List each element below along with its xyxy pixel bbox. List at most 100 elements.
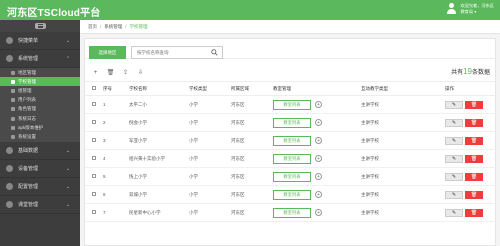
row-teach-type: 主讲学校	[361, 203, 445, 222]
trash-icon[interactable]: 🗑	[465, 118, 483, 127]
sidebar: 快捷菜单 ⌄ 系统管理 ⌃ 地区管理 学校管理 组管理 用户列表 角色管理 系统…	[0, 20, 80, 246]
upload-icon[interactable]: ⇪	[121, 68, 130, 77]
download-icon[interactable]: ⇩	[136, 68, 145, 77]
edit-icon[interactable]: ✎	[445, 118, 463, 127]
trash-icon[interactable]: 🗑	[465, 154, 483, 163]
row-school-name: 民星新中心小学	[129, 203, 189, 222]
menu-group-shortcuts[interactable]: 快捷菜单 ⌄	[0, 32, 80, 50]
add-classroom-icon[interactable]: +	[315, 136, 322, 144]
row-teach-type: 主讲学校	[361, 149, 445, 168]
edit-icon[interactable]: ✎	[445, 172, 463, 181]
user-name[interactable]: 教育局 ▾	[460, 9, 494, 15]
row-index: 6	[103, 185, 129, 204]
row-area: 河东区	[231, 203, 273, 222]
sidebar-toggle[interactable]	[0, 20, 80, 32]
sidebar-item-group[interactable]: 组管理	[0, 86, 80, 95]
menu-group-devices[interactable]: 设备管理 ⌄	[0, 160, 80, 178]
add-classroom-icon[interactable]: +	[315, 208, 322, 216]
breadcrumb-system[interactable]: 系统管理	[104, 24, 122, 30]
menu-group-config[interactable]: 配置管理 ⌄	[0, 178, 80, 196]
row-teach-type: 主讲学校	[361, 131, 445, 150]
user-menu[interactable]: 欢迎光临，河东区 教育局 ▾	[446, 2, 494, 15]
row-teach-type: 主讲学校	[361, 185, 445, 204]
trash-icon[interactable]: 🗑	[465, 100, 483, 109]
edit-icon[interactable]: ✎	[445, 190, 463, 199]
menu-icon	[34, 23, 46, 29]
row-checkbox[interactable]	[92, 156, 96, 160]
sidebar-item-school[interactable]: 学校管理	[0, 77, 80, 87]
select-all-checkbox[interactable]	[92, 86, 96, 90]
breadcrumb-home[interactable]: 首页	[88, 24, 97, 30]
log-icon	[11, 116, 15, 121]
row-school-name: 双城小学	[129, 185, 189, 204]
table-row: 1 太平二小 小学 河东区 教室列表 + 主讲学校 ✎ 🗑	[85, 95, 497, 114]
row-index: 5	[103, 167, 129, 186]
sidebar-item-apk[interactable]: apk版本维护	[0, 123, 80, 132]
menu-group-system[interactable]: 系统管理 ⌃	[0, 50, 80, 68]
row-teach-type: 主讲学校	[361, 95, 445, 114]
trash-icon[interactable]: 🗑	[465, 136, 483, 145]
chevron-down-icon: ⌄	[65, 201, 70, 208]
row-checkbox[interactable]	[92, 138, 96, 142]
trash-icon[interactable]: 🗑	[465, 172, 483, 181]
row-school-type: 小学	[189, 131, 231, 150]
row-checkbox[interactable]	[92, 102, 96, 106]
table-row: 2 倪会小学 小学 河东区 教室列表 + 主讲学校 ✎ 🗑	[85, 113, 497, 132]
row-checkbox[interactable]	[92, 120, 96, 124]
row-area: 河东区	[231, 149, 273, 168]
row-checkbox[interactable]	[92, 192, 96, 196]
search-icon[interactable]	[211, 49, 218, 56]
classroom-list-button[interactable]: 教室列表	[273, 171, 311, 182]
row-school-name: 太平二小	[129, 95, 189, 114]
school-table: 序号 学校名称 学校类型 所属区域 教室管理 互动教学类型 操作 1 太平二小 小学…	[85, 81, 497, 222]
menu-group-basic-data[interactable]: 基础数据 ⌄	[0, 142, 80, 160]
chevron-down-icon: ⌄	[65, 38, 70, 44]
classroom-list-button[interactable]: 教室列表	[273, 99, 311, 110]
school-search-input[interactable]	[131, 46, 223, 59]
classroom-list-button[interactable]: 教室列表	[273, 117, 311, 128]
school-panel: 选择地区 + 🗑 ⇪ ⇩ 共有19条数据 序号 学校名称 学校类型	[84, 38, 497, 246]
row-checkbox[interactable]	[92, 174, 96, 178]
school-icon	[11, 79, 15, 84]
menu-group-classroom[interactable]: 课堂管理 ⌄	[0, 196, 80, 214]
col-area: 所属区域	[231, 81, 273, 96]
classroom-list-button[interactable]: 教室列表	[273, 207, 311, 218]
table-row: 3 军亚小学 小学 河东区 教室列表 + 主讲学校 ✎ 🗑	[85, 131, 497, 150]
sidebar-item-users[interactable]: 用户列表	[0, 96, 80, 105]
classroom-list-button[interactable]: 教室列表	[273, 189, 311, 200]
record-count-value: 19	[463, 67, 472, 76]
trash-icon[interactable]: 🗑	[465, 208, 483, 217]
add-classroom-icon[interactable]: +	[315, 100, 322, 108]
edit-icon[interactable]: ✎	[445, 208, 463, 217]
welcome-text: 欢迎光临，河东区	[460, 3, 494, 8]
delete-icon[interactable]: 🗑	[106, 68, 115, 77]
edit-icon[interactable]: ✎	[445, 136, 463, 145]
trash-icon[interactable]: 🗑	[465, 190, 483, 199]
search-row: 选择地区	[85, 39, 497, 59]
group-icon	[11, 88, 15, 93]
role-icon	[11, 107, 15, 112]
record-count: 共有19条数据	[451, 67, 490, 76]
sidebar-item-settings[interactable]: 系统设置	[0, 132, 80, 141]
chevron-down-icon: ⌄	[65, 147, 70, 154]
edit-icon[interactable]: ✎	[445, 100, 463, 109]
add-classroom-icon[interactable]: +	[315, 154, 322, 162]
classroom-list-button[interactable]: 教室列表	[273, 135, 311, 146]
add-classroom-icon[interactable]: +	[315, 118, 322, 126]
add-icon[interactable]: +	[91, 68, 100, 77]
user-avatar-icon	[446, 2, 457, 15]
row-index: 7	[103, 203, 129, 222]
sidebar-item-logs[interactable]: 系统日志	[0, 114, 80, 123]
row-school-name: 恍上小学	[129, 167, 189, 186]
device-icon	[6, 164, 13, 172]
select-area-button[interactable]: 选择地区	[89, 46, 126, 59]
sidebar-item-roles[interactable]: 角色管理	[0, 105, 80, 114]
add-classroom-icon[interactable]: +	[315, 190, 322, 198]
sidebar-item-area[interactable]: 地区管理	[0, 68, 80, 77]
area-icon	[11, 70, 15, 75]
row-checkbox[interactable]	[92, 210, 96, 214]
add-classroom-icon[interactable]: +	[315, 172, 322, 180]
row-index: 1	[103, 95, 129, 114]
classroom-list-button[interactable]: 教室列表	[273, 153, 311, 164]
edit-icon[interactable]: ✎	[445, 154, 463, 163]
